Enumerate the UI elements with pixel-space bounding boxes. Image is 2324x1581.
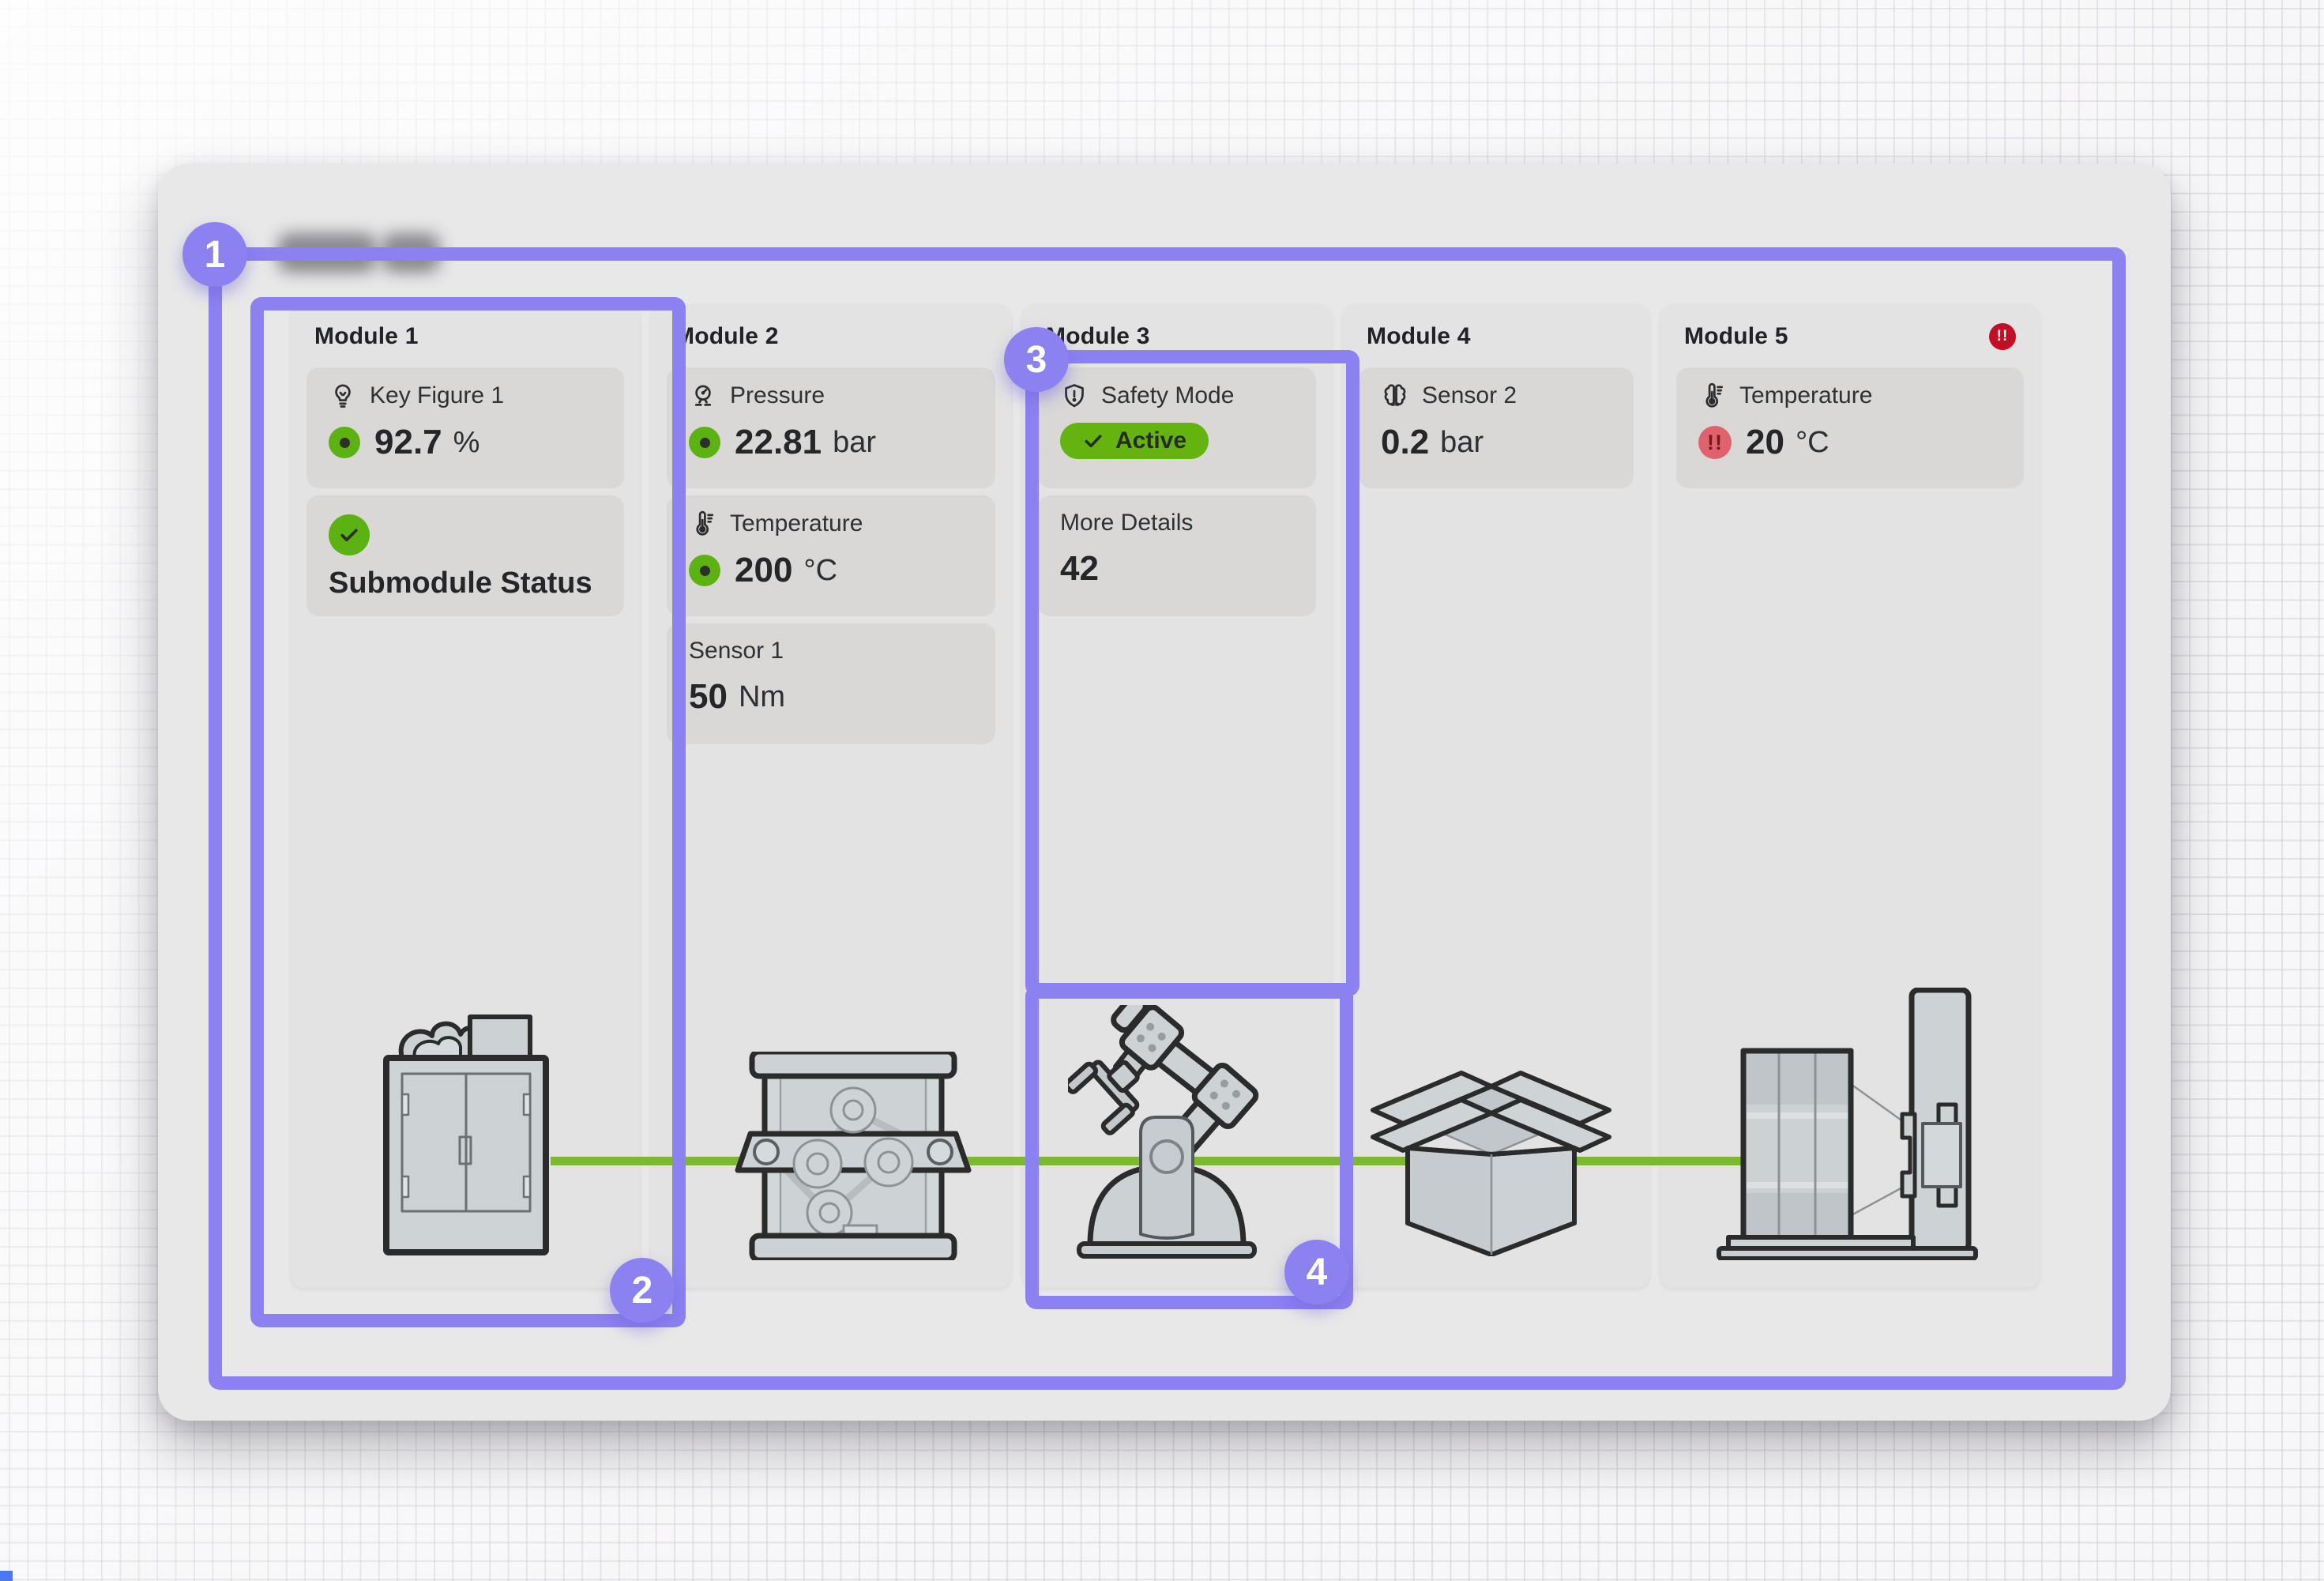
status-ok-dot [329,427,360,458]
shield-icon [1060,382,1089,410]
temperature-card[interactable]: Temperature 200 °C [667,495,995,616]
card-label: Safety Mode [1101,382,1234,409]
pressure-card[interactable]: Pressure 22.81 bar [667,367,995,488]
card-unit: Nm [739,680,785,714]
annotation-badge-2: 2 [610,1258,675,1323]
key-figure-card[interactable]: Key Figure 1 92.7 % [306,367,624,488]
lightbulb-icon [329,382,357,410]
module-title: Module 4 [1367,323,1471,350]
thermometer-icon [689,510,717,538]
module-title: Module 1 [314,323,419,350]
card-label: Sensor 1 [689,638,784,664]
module-title: Module 5 [1684,323,1788,350]
card-unit: bar [833,426,876,460]
open-box-illustration[interactable] [1371,1069,1611,1256]
corner-marker [0,1571,13,1581]
card-unit: % [453,426,480,460]
card-value: 42 [1060,549,1099,589]
check-circle-icon [329,514,370,555]
card-value: 200 [735,551,792,590]
card-unit: °C [803,554,837,588]
sensor-1-card[interactable]: Sensor 1 50 Nm [667,623,995,744]
roller-machine-illustration[interactable] [733,1052,973,1260]
temperature-card[interactable]: Temperature !! 20 °C [1676,367,2024,488]
card-label: Temperature [730,510,863,537]
status-pill: Active [1060,423,1209,459]
card-label: Pressure [730,382,825,409]
status-pill-label: Active [1115,427,1186,454]
annotation-badge-1: 1 [182,222,247,287]
card-label: More Details [1060,510,1193,536]
card-unit: bar [1440,426,1484,460]
alert-icon: !! [1698,426,1732,459]
palletizer-illustration[interactable] [1716,988,1979,1260]
card-value: 20 [1746,423,1784,462]
card-value: 50 [689,677,728,717]
status-ok-dot [689,555,720,586]
card-value: 22.81 [735,423,822,462]
check-icon [1082,430,1104,452]
gauge-icon [689,382,717,410]
sensor-2-card[interactable]: Sensor 2 0.2 bar [1359,367,1634,488]
submodule-status-card[interactable]: Submodule Status [306,495,624,616]
annotation-badge-4: 4 [1284,1240,1349,1304]
electrical-cabinet-illustration[interactable] [383,1012,549,1255]
redacted-title-blur [385,236,437,269]
redacted-title-blur [280,236,374,269]
status-ok-dot [689,427,720,458]
thermometer-icon [1698,382,1727,410]
module-alert-icon: !! [1989,323,2016,350]
card-label: Submodule Status [329,567,602,600]
card-value: 0.2 [1381,423,1429,462]
safety-mode-card[interactable]: Safety Mode Active [1038,367,1316,488]
more-details-card[interactable]: More Details 42 [1038,495,1316,616]
annotation-badge-3: 3 [1004,327,1069,392]
brain-icon [1381,382,1409,410]
card-label: Temperature [1739,382,1872,409]
robot-arm-illustration[interactable] [1068,1005,1265,1259]
card-value: 92.7 [374,423,442,462]
card-label: Sensor 2 [1422,382,1517,409]
card-label: Key Figure 1 [370,382,504,409]
module-title: Module 2 [675,323,779,350]
card-unit: °C [1796,426,1829,460]
